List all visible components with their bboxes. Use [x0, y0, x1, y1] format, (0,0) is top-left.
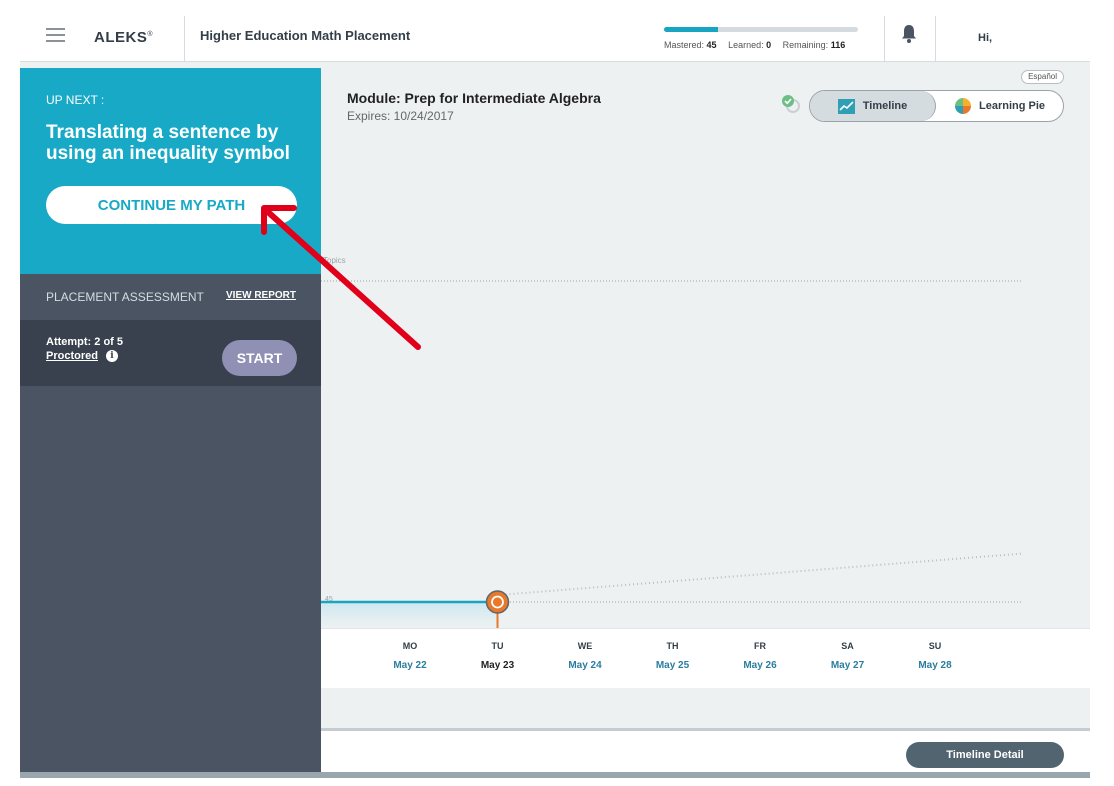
sidebar: UP NEXT : Translating a sentence by usin…	[20, 68, 321, 778]
day-of-week-label: MO	[402, 641, 418, 651]
timeline-day[interactable]: FR May 26	[730, 641, 790, 671]
aleks-logo[interactable]: ALEKS®	[94, 29, 153, 46]
header-divider	[935, 16, 936, 62]
timeline-day[interactable]: WE May 24	[555, 641, 615, 671]
course-title: Higher Education Math Placement	[200, 28, 411, 43]
check-badge-icon[interactable]	[780, 93, 802, 115]
module-title: Module: Prep for Intermediate Algebra	[347, 90, 601, 106]
day-of-week-label: SA	[841, 641, 854, 651]
placement-assessment-label: PLACEMENT ASSESSMENT	[46, 290, 204, 304]
progress-stats: Mastered: 45 Learned: 0 Remaining: 116	[664, 40, 845, 50]
day-date-label: May 27	[830, 660, 865, 671]
view-toggle: Timeline Learning Pie	[809, 90, 1064, 122]
info-icon[interactable]: i	[106, 350, 118, 362]
day-of-week-label: SU	[928, 641, 942, 651]
pie-chart-icon	[954, 98, 971, 114]
view-report-link[interactable]: VIEW REPORT	[226, 290, 296, 301]
day-date-label: May 25	[655, 660, 690, 671]
projection-line	[497, 552, 1022, 597]
tab-timeline-label: Timeline	[862, 100, 908, 112]
timeline-day[interactable]: SA May 27	[818, 641, 878, 671]
day-of-week-label: FR	[754, 641, 766, 651]
current-day-marker[interactable]	[485, 590, 510, 614]
main-panel: Español Module: Prep for Intermediate Al…	[321, 68, 1090, 778]
tab-learning-pie-label: Learning Pie	[978, 100, 1046, 112]
day-of-week-label: WE	[577, 641, 593, 651]
header-divider	[884, 16, 885, 62]
attempt-count: Attempt: 2 of 5	[46, 336, 123, 348]
learned-label: Learned:	[728, 40, 764, 50]
day-date-label: May 23	[480, 660, 515, 671]
user-greeting[interactable]: Hi,	[978, 32, 992, 44]
learned-count: 0	[766, 40, 772, 50]
day-of-week-label: TH	[666, 641, 679, 651]
placement-assessment-header: PLACEMENT ASSESSMENT VIEW REPORT	[20, 274, 321, 320]
timeline-spacer	[321, 688, 1090, 728]
window-bottom-edge	[20, 772, 1090, 778]
remaining-label: Remaining:	[782, 40, 829, 50]
proctored-link[interactable]: Proctored	[46, 350, 98, 362]
header-divider	[184, 16, 185, 62]
mastered-count: 45	[706, 40, 717, 50]
day-date-label: May 24	[568, 660, 602, 671]
line-chart-icon	[837, 98, 855, 114]
tab-timeline[interactable]: Timeline	[810, 91, 936, 121]
up-next-label: UP NEXT :	[46, 93, 105, 107]
app-window: ALEKS® Higher Education Math Placement M…	[20, 0, 1090, 778]
day-date-label: May 28	[918, 660, 952, 671]
progress-area	[321, 602, 498, 628]
day-date-label: May 26	[743, 660, 777, 671]
tab-learning-pie[interactable]: Learning Pie	[936, 91, 1063, 121]
attempt-row: Attempt: 2 of 5 Proctored i START	[20, 320, 321, 386]
timeline-dates: MO May 22 TU May 23 WE May 24 TH May 25 FR May 26…	[321, 628, 1090, 688]
timeline-chart: Topics 45	[321, 256, 1022, 628]
continue-my-path-button[interactable]: CONTINUE MY PATH	[46, 186, 297, 224]
up-next-topic: Translating a sentence by using an inequ…	[46, 122, 290, 164]
timeline-day[interactable]: MO May 22	[380, 641, 440, 671]
mastered-label: Mastered:	[664, 40, 705, 50]
start-button[interactable]: START	[222, 340, 297, 376]
up-next-panel: UP NEXT : Translating a sentence by usin…	[20, 68, 321, 274]
espanol-button[interactable]: Español	[1021, 70, 1064, 84]
timeline-detail-button[interactable]: Timeline Detail	[906, 742, 1064, 768]
timeline-day[interactable]: TH May 25	[643, 641, 703, 671]
progress-bar	[664, 27, 858, 32]
day-date-label: May 22	[393, 660, 427, 671]
bell-icon[interactable]	[901, 24, 917, 44]
timeline-day[interactable]: SU May 28	[905, 641, 965, 671]
y-axis-label: Topics	[323, 256, 346, 265]
module-expires: Expires: 10/24/2017	[347, 109, 454, 123]
day-of-week-label: TU	[491, 641, 504, 651]
footer-bar: Timeline Detail	[321, 728, 1090, 778]
remaining-count: 116	[830, 40, 846, 50]
top-header: ALEKS® Higher Education Math Placement M…	[20, 0, 1090, 62]
progress-bar-fill	[664, 27, 719, 32]
hamburger-menu-icon[interactable]	[46, 28, 65, 42]
timeline-day[interactable]: TU May 23	[468, 641, 528, 671]
